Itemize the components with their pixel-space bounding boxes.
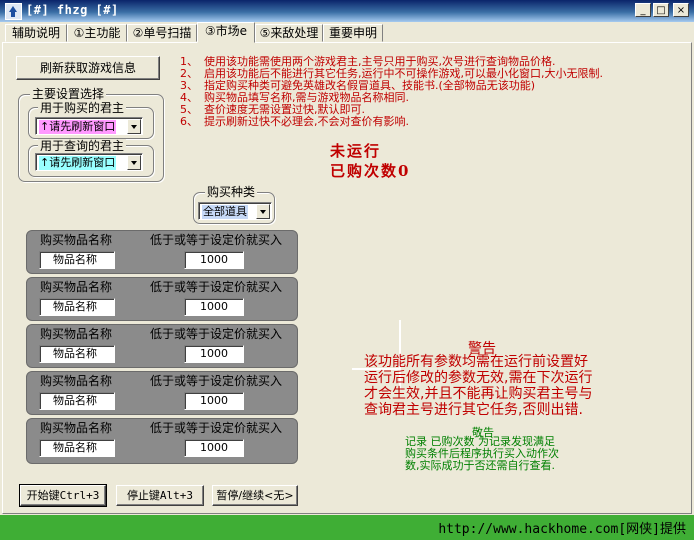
item-name-label: 购买物品名称 [40, 327, 113, 341]
item-name-input[interactable]: 物品名称 [39, 392, 115, 410]
running-status: 未运行 [330, 142, 382, 160]
query-lord-select[interactable]: ↑请先刷新窗口 [35, 153, 143, 171]
item-name-label: 购买物品名称 [40, 421, 113, 435]
pause-resume-button[interactable]: 暂停/继续<无> [212, 485, 298, 506]
warning-line: 运行后修改的参数无效,需在下次运行 [364, 370, 593, 386]
tab-enemy-handling[interactable]: ⑤来敌处理 [255, 24, 323, 42]
item-name-input[interactable]: 物品名称 [39, 251, 115, 269]
buy-type-select[interactable]: 全部道具 [198, 202, 272, 220]
item-price-label: 低于或等于设定价就买入 [150, 421, 283, 435]
item-name-input[interactable]: 物品名称 [39, 345, 115, 363]
bought-count: 已购次数0 [330, 162, 411, 180]
buy-type-value: 全部道具 [202, 205, 248, 219]
notice-line: 数,实际成功于否还需自行查看. [405, 459, 555, 472]
maximize-button[interactable]: □ [653, 3, 669, 17]
item-price-label: 低于或等于设定价就买入 [150, 374, 283, 388]
notice-text: 记录 已购次数 为记录发现满足 购买条件后程序执行买入动作次 数,实际成功于否还… [405, 436, 559, 472]
chevron-down-icon[interactable] [127, 119, 141, 134]
buy-lord-title: 用于购买的君主 [38, 101, 127, 115]
query-lord-value: ↑请先刷新窗口 [39, 156, 117, 170]
item-name-label: 购买物品名称 [40, 374, 113, 388]
item-name-input[interactable]: 物品名称 [39, 439, 115, 457]
item-price-label: 低于或等于设定价就买入 [150, 233, 283, 247]
item-price-label: 低于或等于设定价就买入 [150, 280, 283, 294]
tab-market[interactable]: ③市场e [197, 22, 255, 43]
stop-button[interactable]: 停止键Alt+3 [116, 485, 204, 506]
warning-text: 该功能所有参数均需在运行前设置好 运行后修改的参数无效,需在下次运行 才会生效,… [364, 354, 592, 418]
chevron-down-icon[interactable] [127, 155, 141, 170]
item-price-input[interactable]: 1000 [184, 439, 244, 457]
item-price-input[interactable]: 1000 [184, 251, 244, 269]
close-button[interactable]: × [673, 3, 689, 17]
window-title: [#] fhzg [#] [26, 3, 119, 17]
warning-line: 查询君主号进行其它任务,否则出错. [364, 402, 583, 418]
buy-lord-value: ↑请先刷新窗口 [39, 120, 117, 134]
title-bar[interactable]: [#] fhzg [#] _ □ × [0, 0, 694, 22]
warning-line: 才会生效,并且不能再让购买君主号与 [364, 386, 593, 402]
item-price-input[interactable]: 1000 [184, 298, 244, 316]
item-price-input[interactable]: 1000 [184, 345, 244, 363]
instruction-num: 6、 [180, 115, 198, 128]
tab-main-function[interactable]: ①主功能 [67, 24, 127, 42]
item-name-label: 购买物品名称 [40, 280, 113, 294]
item-name-input[interactable]: 物品名称 [39, 298, 115, 316]
item-name-label: 购买物品名称 [40, 233, 113, 247]
refresh-game-info-button[interactable]: 刷新获取游戏信息 [16, 56, 160, 80]
tab-help[interactable]: 辅助说明 [5, 24, 67, 42]
item-price-label: 低于或等于设定价就买入 [150, 327, 283, 341]
chevron-down-icon[interactable] [256, 204, 270, 219]
start-button[interactable]: 开始键Ctrl+3 [19, 484, 107, 507]
instruction-text: 提示刷新过快不必理会,不会对查价有影响. [204, 115, 409, 128]
watermark-text: http://www.hackhome.com[网侠]提供 [438, 522, 686, 537]
item-price-input[interactable]: 1000 [184, 392, 244, 410]
warning-line: 该功能所有参数均需在运行前设置好 [364, 354, 588, 370]
minimize-button[interactable]: _ [635, 3, 651, 17]
tab-important-notice[interactable]: 重要申明 [323, 24, 383, 42]
buy-lord-select[interactable]: ↑请先刷新窗口 [35, 117, 143, 135]
query-lord-title: 用于查询的君主 [38, 139, 127, 153]
app-icon [5, 3, 22, 20]
buy-type-title: 购买种类 [205, 185, 258, 199]
main-settings-title: 主要设置选择 [30, 87, 107, 101]
tab-single-scan[interactable]: ②单号扫描 [127, 24, 197, 42]
